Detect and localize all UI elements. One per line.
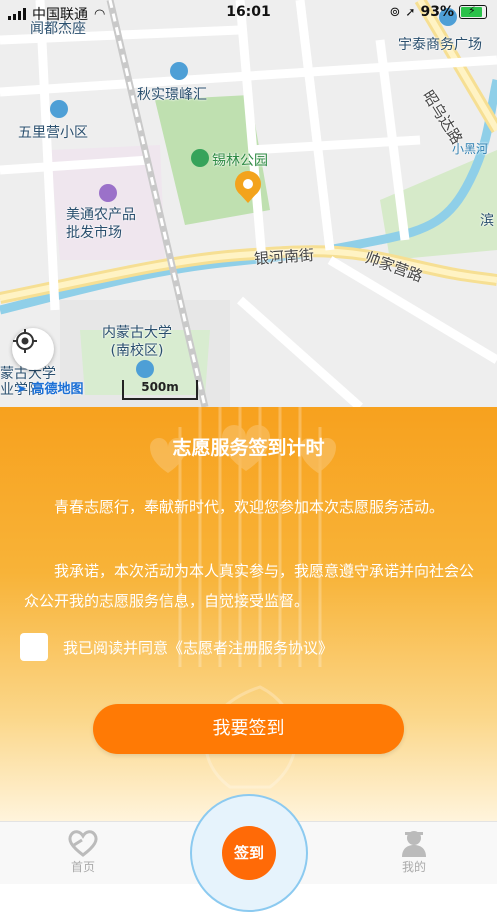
tab-mine[interactable]: 我的: [374, 828, 454, 875]
tab-checkin-button[interactable]: 签到: [222, 826, 276, 880]
map-label: 内蒙古大学 (南校区): [102, 325, 172, 359]
battery-percent: 93%: [420, 4, 454, 20]
map-view[interactable]: 闻都杰座 宇泰商务广场 秋实璟峰汇 昭乌达路 五里营小区 锡林公园 小黑河 美通…: [0, 0, 497, 407]
map-label: 锡林公园: [212, 153, 268, 169]
map-label: 滨: [480, 213, 494, 229]
panel-title: 志愿服务签到计时: [172, 437, 325, 459]
rotation-lock-icon: ⊚: [389, 4, 401, 20]
tab-home-label: 首页: [70, 860, 95, 874]
map-scale: 500m: [122, 380, 198, 400]
location-icon: ➚: [405, 5, 416, 19]
agreement-row[interactable]: 我已阅读并同意《志愿者注册服务协议》: [20, 633, 333, 661]
commitment-text: 我承诺，本次活动为本人真实参与，我愿意遵守承诺并向社会公众公开我的志愿服务信息，…: [24, 562, 475, 610]
agreement-link[interactable]: 我已阅读并同意《志愿者注册服务协议》: [63, 637, 333, 658]
battery-icon: ⚡: [459, 4, 487, 19]
heart-hands-icon: [68, 830, 98, 857]
map-label: 五里营小区: [18, 125, 88, 141]
map-label: 小黑河: [452, 142, 489, 156]
checkin-panel: 志愿服务签到计时 青春志愿行，奉献新时代，欢迎您参加本次志愿服务活动。 我承诺，…: [0, 407, 497, 821]
welcome-text: 青春志愿行，奉献新时代，欢迎您参加本次志愿服务活动。: [54, 498, 445, 516]
agree-checkbox[interactable]: [20, 633, 48, 661]
map-label: 宇泰商务广场: [398, 37, 482, 53]
map-background: [0, 0, 497, 407]
checkin-button[interactable]: 我要签到: [93, 704, 404, 754]
map-label: 秋实璟峰汇: [137, 87, 207, 103]
amap-logo-text: 高德地图: [31, 382, 84, 397]
locate-icon: [13, 329, 37, 353]
tab-home[interactable]: 首页: [43, 828, 123, 875]
road-label: 银河南街: [253, 245, 315, 269]
amap-arrow-icon: ➤: [16, 382, 27, 397]
amap-logo: ➤ 高德地图: [16, 378, 83, 397]
status-bar: 中国联通 ◠ 16:01 ⊚ ➚ 93% ⚡: [0, 0, 497, 26]
map-label: 美通农产品 批发市场: [66, 207, 136, 241]
user-icon: [402, 831, 426, 857]
tab-mine-label: 我的: [401, 860, 426, 874]
locate-button[interactable]: [12, 328, 54, 370]
